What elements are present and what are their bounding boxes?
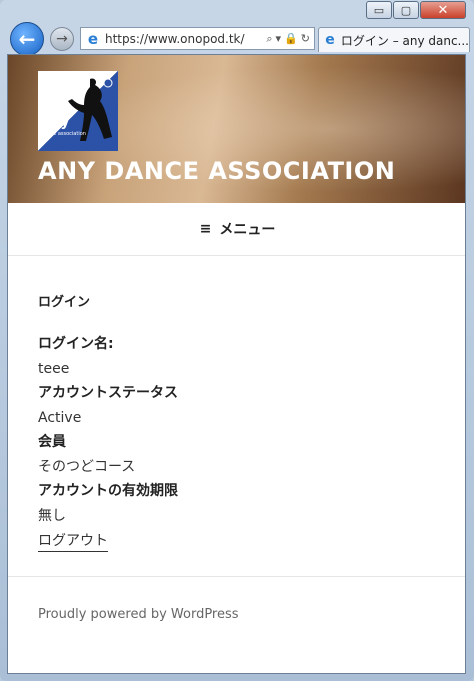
field-label: アカウントの有効期限 xyxy=(38,483,178,499)
search-icon[interactable]: ⌕ xyxy=(266,32,272,46)
title-bar: ▭ ▢ ✕ xyxy=(0,0,474,22)
close-button[interactable]: ✕ xyxy=(420,1,466,19)
tab-title: ログイン – any danc... xyxy=(340,33,469,48)
address-url[interactable]: https://www.onopod.tk/ xyxy=(105,32,262,46)
logo-subtext: dance association xyxy=(41,131,86,137)
site-title[interactable]: ANY DANCE ASSOCIATION xyxy=(38,157,395,185)
site-logo[interactable]: any dance association xyxy=(38,71,118,151)
field-label: 会員 xyxy=(38,434,66,450)
refresh-icon[interactable]: ↻ xyxy=(301,32,310,46)
minimize-button[interactable]: ▭ xyxy=(366,1,392,19)
browser-tab[interactable]: e ログイン – any danc... xyxy=(318,27,470,52)
page-title: ログイン xyxy=(38,295,91,310)
field-value: teee xyxy=(38,361,70,377)
menu-toggle[interactable]: ≡ メニュー xyxy=(8,203,465,256)
navigation-bar: ← → e https://www.onopod.tk/ ⌕ ▾ 🔒 ↻ e ロ… xyxy=(0,22,474,56)
site-header: any dance association ANY DANCE ASSOCIAT… xyxy=(8,55,465,203)
address-bar[interactable]: e https://www.onopod.tk/ ⌕ ▾ 🔒 ↻ xyxy=(80,27,315,50)
powered-by-link[interactable]: Proudly powered by WordPress xyxy=(38,607,239,622)
account-field: アカウントの有効期限 無し xyxy=(38,481,438,530)
back-button[interactable]: ← xyxy=(10,22,44,56)
logout-link[interactable]: ログアウト xyxy=(38,531,108,552)
account-field: アカウントステータス Active xyxy=(38,383,438,432)
hamburger-icon: ≡ xyxy=(199,221,212,237)
ie-icon: e xyxy=(325,32,335,48)
field-label: アカウントステータス xyxy=(38,385,178,401)
main-content: ログイン ログイン名: teee アカウントステータス Active 会員 その… xyxy=(38,291,438,552)
ie-icon: e xyxy=(87,29,99,48)
field-value: Active xyxy=(38,410,82,426)
dropdown-icon[interactable]: ▾ xyxy=(276,32,282,46)
menu-label: メニュー xyxy=(219,222,276,238)
maximize-button[interactable]: ▢ xyxy=(393,1,419,19)
logo-text: any xyxy=(41,114,70,130)
back-arrow-icon: ← xyxy=(18,27,36,51)
forward-button[interactable]: → xyxy=(50,27,74,51)
address-tools: ⌕ ▾ 🔒 ↻ xyxy=(262,32,314,46)
page-viewport: any dance association ANY DANCE ASSOCIAT… xyxy=(7,54,466,674)
dancer-silhouette-icon xyxy=(68,78,113,141)
field-value: そのつどコース xyxy=(38,459,136,475)
forward-arrow-icon: → xyxy=(56,31,68,47)
account-field: 会員 そのつどコース xyxy=(38,432,438,481)
site-footer: Proudly powered by WordPress xyxy=(8,576,465,657)
browser-window: ▭ ▢ ✕ ← → e https://www.onopod.tk/ ⌕ ▾ 🔒… xyxy=(0,0,474,681)
account-field: ログイン名: teee xyxy=(38,334,438,383)
lock-icon[interactable]: 🔒 xyxy=(284,32,298,46)
field-label: ログイン名: xyxy=(38,336,114,352)
field-value: 無し xyxy=(38,508,66,524)
